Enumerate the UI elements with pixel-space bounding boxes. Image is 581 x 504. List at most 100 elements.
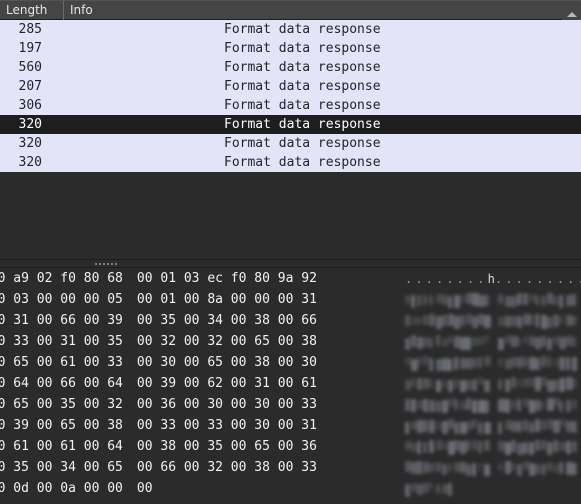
hex-bytes-viewport: 0 00 a9 02 f0 80 6800 01 03 ec f0 80 9a … bbox=[0, 268, 405, 289]
hex-byte-group-1: 00 39 00 65 00 38 bbox=[0, 418, 123, 433]
hex-byte-group-2: 00 32 00 32 00 65 00 38 bbox=[136, 334, 317, 349]
packet-length-cell: 306 bbox=[18, 98, 42, 113]
hex-bytes-viewport: 1 00 64 00 66 00 6400 39 00 62 00 31 00 … bbox=[0, 373, 405, 394]
packet-analyzer-window: Length Info 285 Format data response 197 Fo… bbox=[0, 0, 581, 504]
column-header-info[interactable]: Info bbox=[64, 1, 581, 20]
hex-byte-group-2: 00 39 00 62 00 31 00 61 bbox=[136, 376, 317, 391]
redacted-ascii-block bbox=[405, 375, 577, 392]
hex-ascii-cell: ........h......... bbox=[405, 268, 581, 289]
hex-bytes-viewport: 1 00 35 00 34 00 6500 66 00 32 00 38 00 … bbox=[0, 457, 405, 478]
hex-bytes-viewport: 1 00 65 00 35 00 3200 36 00 30 00 30 00 … bbox=[0, 394, 405, 415]
pane-splitter[interactable] bbox=[0, 259, 581, 268]
hex-byte-group-2: 00 bbox=[136, 481, 153, 496]
hex-byte-group-2: 00 38 00 35 00 65 00 36 bbox=[136, 439, 317, 454]
redacted-ascii-block bbox=[405, 333, 577, 350]
hex-byte-group-2: 00 01 03 ec f0 80 9a 92 bbox=[136, 271, 317, 286]
hex-ascii-cell bbox=[405, 478, 581, 499]
hex-bytes: 0 00 03 00 00 00 0500 01 00 8a 00 00 00 … bbox=[0, 289, 317, 310]
packet-detail-pane[interactable] bbox=[0, 178, 581, 259]
hex-ascii-cell bbox=[405, 394, 581, 415]
hex-byte-group-1: 00 33 00 31 00 35 bbox=[0, 334, 123, 349]
column-header-length[interactable]: Length bbox=[0, 0, 64, 20]
packet-row[interactable]: 197 Format data response bbox=[0, 39, 581, 58]
hex-dump-row[interactable]: 5 00 39 00 65 00 3800 33 00 33 00 30 00 … bbox=[0, 415, 581, 436]
hex-ascii-cell bbox=[405, 352, 581, 373]
hex-bytes-viewport: 5 00 65 00 61 00 3300 30 00 65 00 38 00 … bbox=[0, 352, 405, 373]
hex-byte-group-1: 00 65 00 61 00 33 bbox=[0, 355, 123, 370]
packet-row[interactable]: 560 Format data response bbox=[0, 58, 581, 77]
hex-dump-row[interactable]: 5 00 65 00 61 00 3300 30 00 65 00 38 00 … bbox=[0, 352, 581, 373]
hex-byte-group-1: 00 35 00 34 00 65 bbox=[0, 460, 123, 475]
hex-bytes: 1 00 64 00 66 00 6400 39 00 62 00 31 00 … bbox=[0, 373, 317, 394]
redacted-ascii-block bbox=[405, 480, 577, 497]
hex-byte-group-2: 00 35 00 34 00 38 00 66 bbox=[136, 313, 317, 328]
packet-info-cell: Format data response bbox=[224, 41, 381, 56]
hex-byte-group-2: 00 01 00 8a 00 00 00 31 bbox=[136, 292, 317, 307]
splitter-grip-icon bbox=[95, 262, 117, 265]
column-header-length-label: Length bbox=[6, 3, 48, 17]
hex-dump-row[interactable]: 1 00 33 00 31 00 3500 32 00 32 00 65 00 … bbox=[0, 331, 581, 352]
hex-dump-row[interactable]: 0 00 03 00 00 00 0500 01 00 8a 00 00 00 … bbox=[0, 289, 581, 310]
hex-ascii-cell bbox=[405, 436, 581, 457]
packet-length-cell: 320 bbox=[18, 155, 42, 170]
packet-row[interactable]: 207 Format data response bbox=[0, 77, 581, 96]
packet-row[interactable]: 285 Format data response bbox=[0, 20, 581, 39]
packet-length-cell: 320 bbox=[18, 136, 42, 151]
hex-dump-row[interactable]: 0 00 a9 02 f0 80 6800 01 03 ec f0 80 9a … bbox=[0, 268, 581, 289]
hex-byte-group-1: 00 a9 02 f0 80 68 bbox=[0, 271, 123, 286]
hex-dump-row[interactable]: 1 00 65 00 35 00 3200 36 00 30 00 30 00 … bbox=[0, 394, 581, 415]
redacted-ascii-block bbox=[405, 417, 577, 434]
packet-length-cell: 197 bbox=[18, 41, 42, 56]
hex-ascii-cell bbox=[405, 331, 581, 352]
hex-bytes-viewport: 0 00 03 00 00 00 0500 01 00 8a 00 00 00 … bbox=[0, 289, 405, 310]
packet-info-cell: Format data response bbox=[224, 136, 381, 151]
packet-row[interactable]: 320 Format data response bbox=[0, 153, 581, 172]
hex-bytes: 1 00 0d 00 0a 00 0000 bbox=[0, 478, 153, 499]
packet-row[interactable]: 320 Format data response bbox=[0, 115, 581, 134]
hex-bytes: 1 00 35 00 34 00 6500 66 00 32 00 38 00 … bbox=[0, 457, 317, 478]
hex-ascii-cell bbox=[405, 457, 581, 478]
scroll-up-arrow-icon[interactable] bbox=[562, 1, 581, 20]
packet-list[interactable]: 285 Format data response 197 Format data re… bbox=[0, 20, 581, 178]
hex-byte-group-1: 00 31 00 66 00 39 bbox=[0, 313, 123, 328]
hex-bytes: 5 00 61 00 61 00 6400 38 00 35 00 65 00 … bbox=[0, 436, 317, 457]
redacted-ascii-block bbox=[405, 354, 577, 371]
packet-length-cell: 560 bbox=[18, 60, 42, 75]
hex-byte-group-1: 00 03 00 00 00 05 bbox=[0, 292, 123, 307]
packet-bytes-pane[interactable]: 0 00 a9 02 f0 80 6800 01 03 ec f0 80 9a … bbox=[0, 268, 581, 504]
packet-length-cell: 320 bbox=[18, 117, 42, 132]
packet-info-cell: Format data response bbox=[224, 155, 381, 170]
hex-byte-group-2: 00 36 00 30 00 30 00 33 bbox=[136, 397, 317, 412]
packet-row[interactable]: 306 Format data response bbox=[0, 96, 581, 115]
hex-bytes: 5 00 39 00 65 00 3800 33 00 33 00 30 00 … bbox=[0, 415, 317, 436]
hex-bytes: 1 00 31 00 66 00 3900 35 00 34 00 38 00 … bbox=[0, 310, 317, 331]
hex-bytes-viewport: 5 00 39 00 65 00 3800 33 00 33 00 30 00 … bbox=[0, 415, 405, 436]
packet-info-cell: Format data response bbox=[224, 22, 381, 37]
hex-bytes-viewport: 1 00 33 00 31 00 3500 32 00 32 00 65 00 … bbox=[0, 331, 405, 352]
hex-bytes-viewport: 1 00 0d 00 0a 00 0000 bbox=[0, 478, 405, 499]
packet-info-cell: Format data response bbox=[224, 60, 381, 75]
hex-dump-row[interactable]: 1 00 31 00 66 00 3900 35 00 34 00 38 00 … bbox=[0, 310, 581, 331]
hex-byte-group-1: 00 61 00 61 00 64 bbox=[0, 439, 123, 454]
redacted-ascii-block bbox=[405, 396, 577, 413]
arrow-up-glyph bbox=[566, 12, 577, 17]
hex-dump-row[interactable]: 1 00 35 00 34 00 6500 66 00 32 00 38 00 … bbox=[0, 457, 581, 478]
packet-row[interactable]: 320 Format data response bbox=[0, 134, 581, 153]
hex-byte-group-2: 00 66 00 32 00 38 00 33 bbox=[136, 460, 317, 475]
hex-bytes: 0 00 a9 02 f0 80 6800 01 03 ec f0 80 9a … bbox=[0, 268, 317, 289]
column-header-info-label: Info bbox=[70, 3, 93, 17]
redacted-ascii-block bbox=[405, 438, 577, 455]
hex-bytes: 1 00 65 00 35 00 3200 36 00 30 00 30 00 … bbox=[0, 394, 317, 415]
redacted-ascii-block bbox=[405, 312, 577, 329]
hex-dump-row[interactable]: 1 00 0d 00 0a 00 0000 bbox=[0, 478, 581, 499]
packet-length-cell: 285 bbox=[18, 22, 42, 37]
hex-byte-group-2: 00 33 00 33 00 30 00 31 bbox=[136, 418, 317, 433]
hex-dump-row[interactable]: 1 00 64 00 66 00 6400 39 00 62 00 31 00 … bbox=[0, 373, 581, 394]
hex-bytes: 5 00 65 00 61 00 3300 30 00 65 00 38 00 … bbox=[0, 352, 317, 373]
hex-byte-group-1: 00 0d 00 0a 00 00 bbox=[0, 481, 123, 496]
hex-byte-group-1: 00 65 00 35 00 32 bbox=[0, 397, 123, 412]
hex-dump-row[interactable]: 5 00 61 00 61 00 6400 38 00 35 00 65 00 … bbox=[0, 436, 581, 457]
packet-info-cell: Format data response bbox=[224, 98, 381, 113]
hex-bytes: 1 00 33 00 31 00 3500 32 00 32 00 65 00 … bbox=[0, 331, 317, 352]
ascii-text: ........h......... bbox=[405, 271, 581, 286]
